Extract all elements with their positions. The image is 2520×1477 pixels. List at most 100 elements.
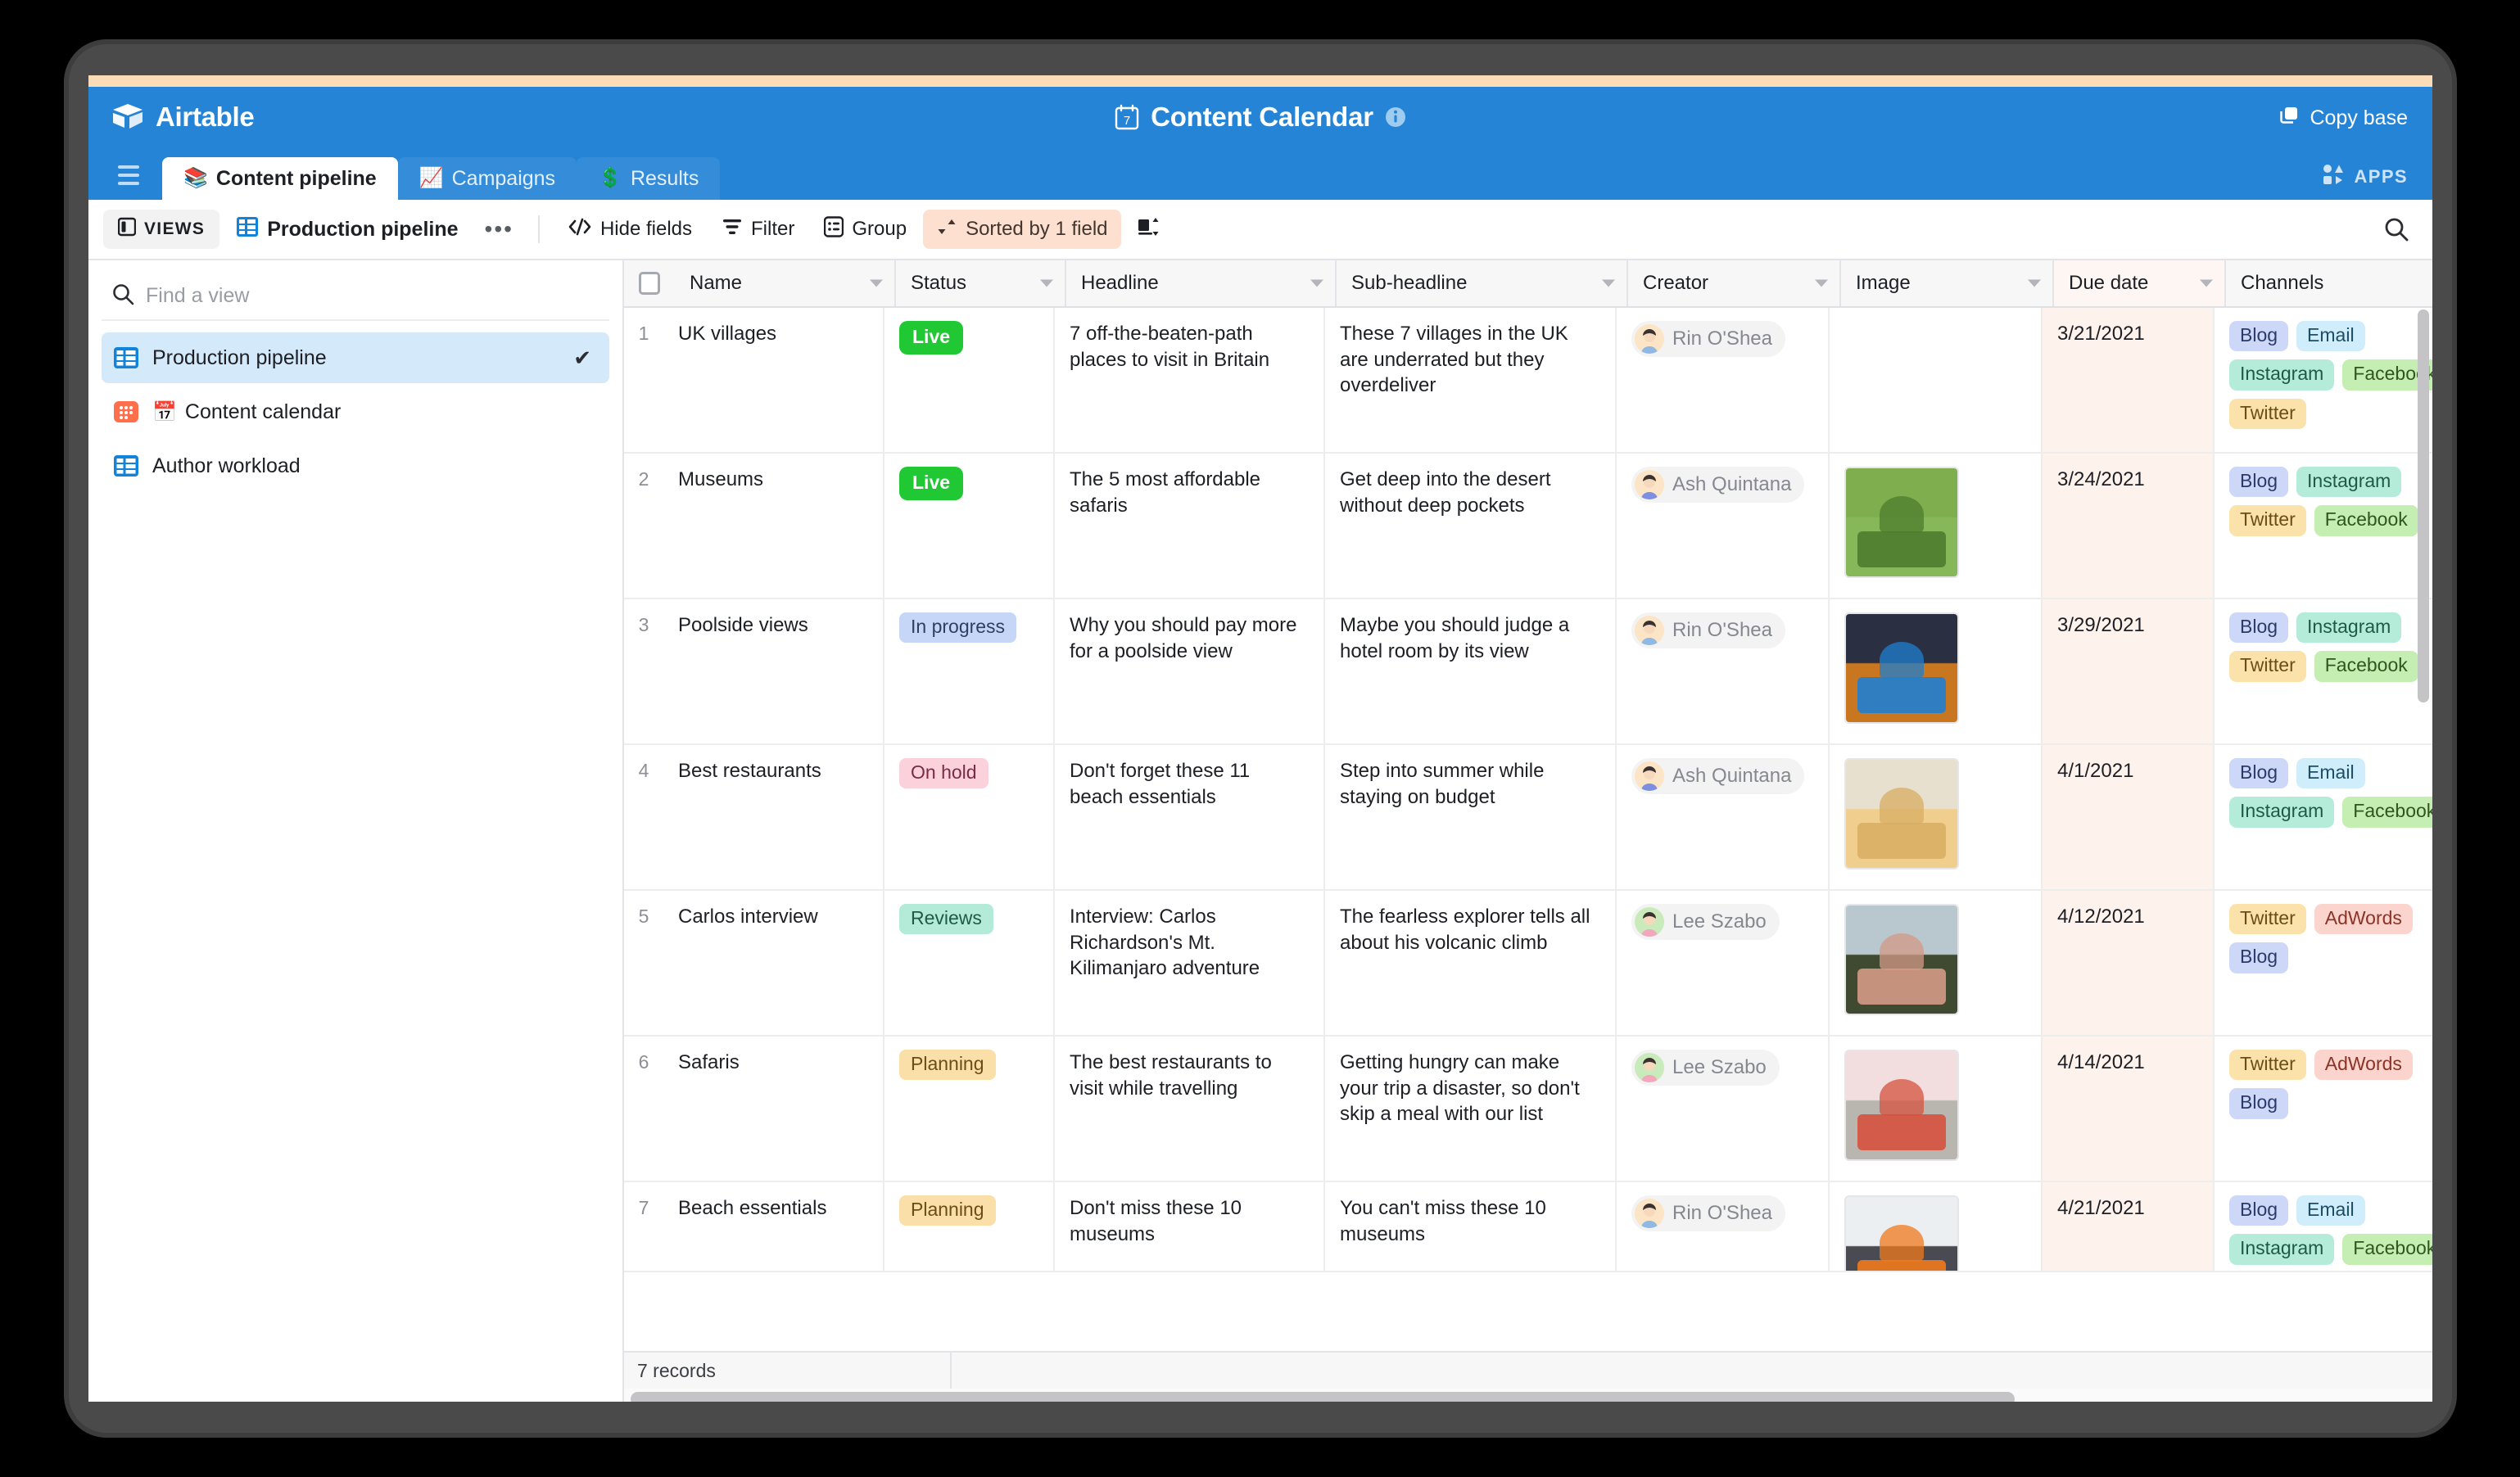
cell-creator[interactable]: Ash Quintana (1617, 454, 1830, 598)
cell-sub-headline[interactable]: You can't miss these 10 museums (1325, 1182, 1617, 1271)
horizontal-scrollbar-thumb[interactable] (631, 1392, 2015, 1402)
cell-sub-headline[interactable]: Get deep into the desert without deep po… (1325, 454, 1617, 598)
cell-image[interactable] (1830, 1037, 2043, 1181)
cell-creator[interactable]: Rin O'Shea (1617, 599, 1830, 743)
cell-channels[interactable]: BlogEmailInstagramFacebookTwitter (2215, 308, 2432, 452)
woman-with-sun-hat-photo[interactable] (1844, 758, 1959, 869)
sort-button[interactable]: Sorted by 1 field (923, 210, 1121, 249)
group-button[interactable]: Group (811, 210, 920, 249)
column-header-due-date[interactable]: Due date (2054, 260, 2226, 306)
column-header-name[interactable]: Name (675, 260, 896, 306)
horizontal-scrollbar-track[interactable] (624, 1389, 2432, 1402)
sidebar-item-production-pipeline[interactable]: Production pipeline ✔ (102, 332, 609, 383)
cell-headline[interactable]: Don't miss these 10 museums (1055, 1182, 1325, 1271)
column-header-creator[interactable]: Creator (1628, 260, 1841, 306)
table-row[interactable]: 7 Beach essentials Planning Don't miss thes… (624, 1182, 2432, 1272)
cell-due-date[interactable]: 3/29/2021 (2043, 599, 2215, 743)
cell-image[interactable] (1830, 891, 2043, 1035)
chevron-down-icon[interactable] (1310, 279, 1323, 287)
rooftop-pool-at-dusk-photo[interactable] (1844, 612, 1959, 724)
museum-gallery-interior-photo[interactable] (1844, 1195, 1959, 1271)
find-view-search[interactable]: Find a view (102, 272, 609, 321)
cell-name[interactable]: Poolside views (663, 599, 884, 743)
sidebar-item-content-calendar[interactable]: 📅 Content calendar (102, 386, 609, 437)
cell-name[interactable]: Beach essentials (663, 1182, 884, 1271)
cell-due-date[interactable]: 3/24/2021 (2043, 454, 2215, 598)
tab-campaigns[interactable]: 📈 Campaigns (397, 157, 577, 200)
cell-creator[interactable]: Lee Szabo (1617, 1037, 1830, 1181)
views-button[interactable]: VIEWS (103, 210, 220, 249)
cell-sub-headline[interactable]: Step into summer while staying on budget (1325, 745, 1617, 889)
cell-channels[interactable]: Twitter AdWords Blog (2215, 1037, 2432, 1181)
cell-headline[interactable]: 7 off-the-beaten-path places to visit in… (1055, 308, 1325, 452)
filter-button[interactable]: Filter (708, 210, 808, 249)
tab-results[interactable]: 💲 Results (577, 157, 721, 200)
cell-status[interactable]: Planning (884, 1037, 1055, 1181)
cell-status[interactable]: On hold (884, 745, 1055, 889)
cell-creator[interactable]: Rin O'Shea (1617, 308, 1830, 452)
cell-image[interactable] (1830, 745, 2043, 889)
chevron-down-icon[interactable] (870, 279, 883, 287)
column-header-status[interactable]: Status (896, 260, 1066, 306)
table-row[interactable]: 3 Poolside views In progress Why you should… (624, 599, 2432, 745)
cell-status[interactable]: Planning (884, 1182, 1055, 1271)
cell-creator[interactable]: Rin O'Shea (1617, 1182, 1830, 1271)
zebras-in-green-grass-photo[interactable] (1844, 467, 1959, 578)
cell-status[interactable]: In progress (884, 599, 1055, 743)
cell-name[interactable]: Carlos interview (663, 891, 884, 1035)
chevron-down-icon[interactable] (2200, 279, 2213, 287)
cell-image[interactable] (1830, 599, 2043, 743)
cell-sub-headline[interactable]: Getting hungry can make your trip a disa… (1325, 1037, 1617, 1181)
column-header-sub-headline[interactable]: Sub-headline (1337, 260, 1628, 306)
apps-button[interactable]: APPS (2323, 164, 2408, 190)
sidebar-item-author-workload[interactable]: Author workload (102, 440, 609, 491)
info-circle-icon[interactable] (1385, 106, 1406, 128)
hide-fields-button[interactable]: Hide fields (554, 210, 705, 249)
cell-status[interactable]: Reviews (884, 891, 1055, 1035)
cell-sub-headline[interactable]: Maybe you should judge a hotel room by i… (1325, 599, 1617, 743)
current-view-button[interactable]: Production pipeline (223, 210, 471, 249)
cell-image[interactable] (1830, 308, 2043, 452)
cell-headline[interactable]: Why you should pay more for a poolside v… (1055, 599, 1325, 743)
table-row[interactable]: 6 Safaris Planning The best restaurants to … (624, 1037, 2432, 1182)
cell-sub-headline[interactable]: The fearless explorer tells all about hi… (1325, 891, 1617, 1035)
cell-channels[interactable]: Blog Email Instagram Facebook (2215, 745, 2432, 889)
table-row[interactable]: 5 Carlos interview Reviews Interview: Carlo… (624, 891, 2432, 1037)
cell-name[interactable]: Safaris (663, 1037, 884, 1181)
column-header-headline[interactable]: Headline (1066, 260, 1337, 306)
select-all-checkbox[interactable] (624, 260, 675, 306)
chevron-down-icon[interactable] (1815, 279, 1828, 287)
cell-due-date[interactable]: 4/1/2021 (2043, 745, 2215, 889)
view-more-button[interactable]: ••• (475, 216, 523, 242)
cell-status[interactable]: Live (884, 308, 1055, 452)
cell-due-date[interactable]: 4/21/2021 (2043, 1182, 2215, 1271)
cell-headline[interactable]: Interview: Carlos Richardson's Mt. Kilim… (1055, 891, 1325, 1035)
cell-channels[interactable]: Blog Instagram Twitter Facebook (2215, 599, 2432, 743)
cell-channels[interactable]: BlogEmailInstagramFacebookTwitter (2215, 1182, 2432, 1271)
search-button[interactable] (2383, 216, 2409, 246)
cell-image[interactable] (1830, 1182, 2043, 1271)
cell-headline[interactable]: The best restaurants to visit while trav… (1055, 1037, 1325, 1181)
chevron-down-icon[interactable] (1040, 279, 1053, 287)
cell-name[interactable]: Best restaurants (663, 745, 884, 889)
vertical-scrollbar[interactable] (2418, 309, 2429, 702)
cell-headline[interactable]: The 5 most affordable safaris (1055, 454, 1325, 598)
hamburger-menu-icon[interactable] (106, 151, 151, 200)
cell-image[interactable] (1830, 454, 2043, 598)
cell-due-date[interactable]: 4/12/2021 (2043, 891, 2215, 1035)
chevron-down-icon[interactable] (1602, 279, 1615, 287)
chevron-down-icon[interactable] (2028, 279, 2041, 287)
copy-base-button[interactable]: Copy base (2278, 105, 2408, 132)
cell-channels[interactable]: Twitter AdWords Blog (2215, 891, 2432, 1035)
column-header-image[interactable]: Image (1841, 260, 2054, 306)
cell-status[interactable]: Live (884, 454, 1055, 598)
cell-name[interactable]: UK villages (663, 308, 884, 452)
cell-due-date[interactable]: 4/14/2021 (2043, 1037, 2215, 1181)
table-row[interactable]: 1 UK villages Live 7 off-the-beaten-path pl… (624, 308, 2432, 454)
cell-headline[interactable]: Don't forget these 11 beach essentials (1055, 745, 1325, 889)
cell-creator[interactable]: Lee Szabo (1617, 891, 1830, 1035)
storefront-with-awning-photo[interactable] (1844, 1050, 1959, 1161)
cell-name[interactable]: Museums (663, 454, 884, 598)
cell-due-date[interactable]: 3/21/2021 (2043, 308, 2215, 452)
cell-creator[interactable]: Ash Quintana (1617, 745, 1830, 889)
